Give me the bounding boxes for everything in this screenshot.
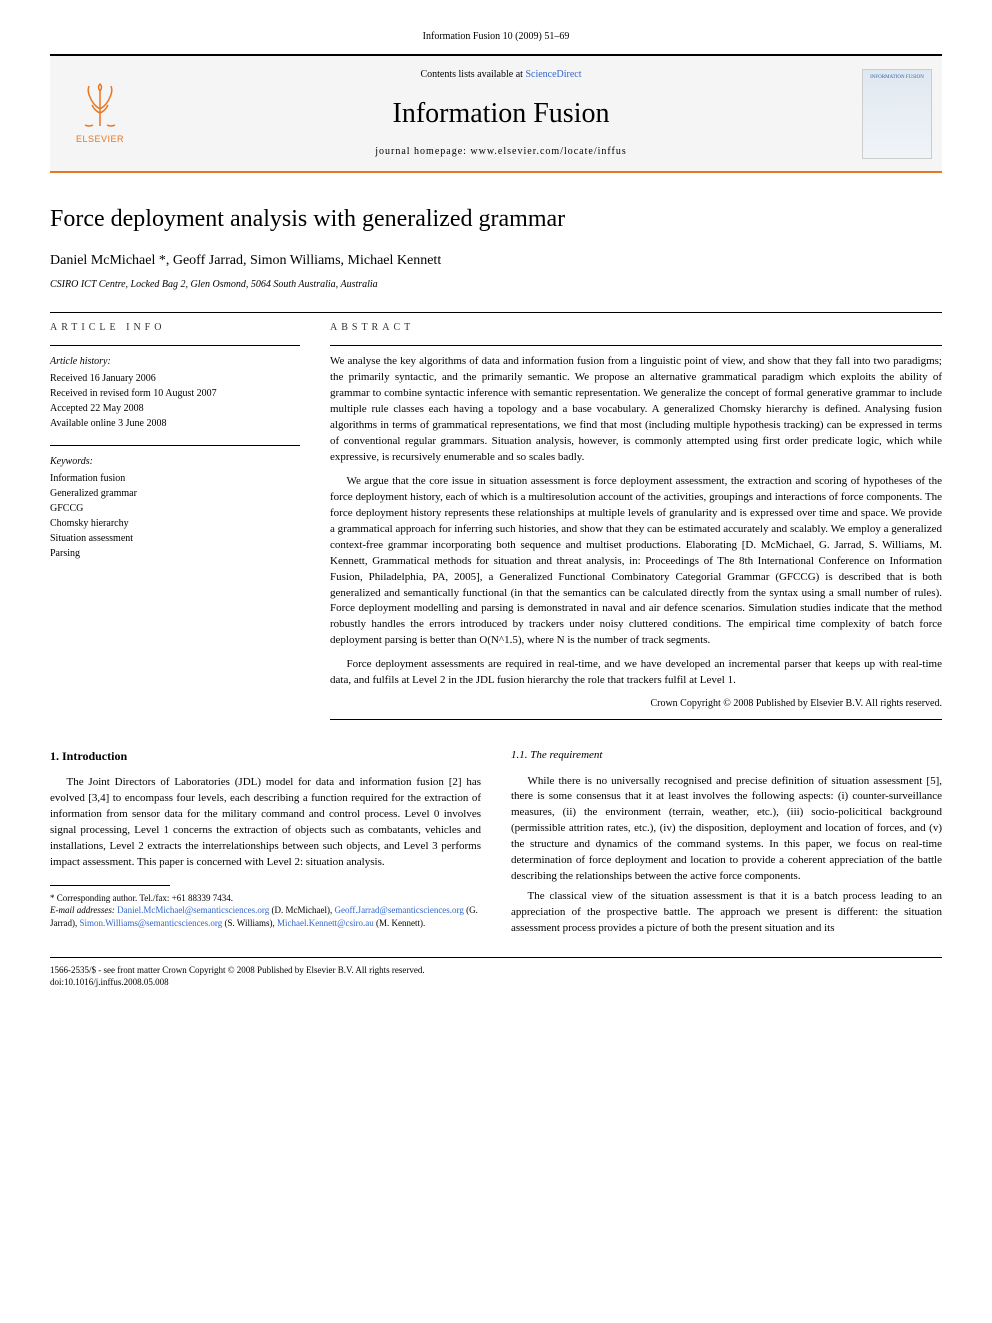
keyword: Parsing [50, 546, 300, 561]
issn-line: 1566-2535/$ - see front matter Crown Cop… [50, 964, 942, 977]
keyword: Information fusion [50, 471, 300, 486]
abstract-paragraph: We argue that the core issue in situatio… [330, 474, 942, 649]
body-paragraph: The classical view of the situation asse… [511, 889, 942, 937]
body-columns: 1. Introduction The Joint Directors of L… [50, 748, 942, 941]
email-addresses: E-mail addresses: Daniel.McMichael@seman… [50, 904, 481, 929]
publisher-logo-block: ELSEVIER [50, 56, 150, 171]
author-email-link[interactable]: Geoff.Jarrad@semanticsciences.org [334, 905, 463, 915]
email-who: (M. Kennett) [376, 918, 423, 928]
elsevier-logo: ELSEVIER [65, 74, 135, 154]
divider [330, 719, 942, 720]
author-email-link[interactable]: Daniel.McMichael@semanticsciences.org [117, 905, 269, 915]
divider [50, 312, 942, 313]
history-item: Received in revised form 10 August 2007 [50, 386, 300, 401]
contents-prefix: Contents lists available at [420, 69, 525, 80]
abstract-label: ABSTRACT [330, 321, 942, 335]
author-email-link[interactable]: Michael.Kennett@csiro.au [277, 918, 374, 928]
abstract-column: ABSTRACT We analyse the key algorithms o… [330, 321, 942, 728]
masthead-center: Contents lists available at ScienceDirec… [150, 56, 852, 171]
footnote-separator [50, 885, 170, 886]
contents-line: Contents lists available at ScienceDirec… [420, 68, 581, 82]
article-history-block: Article history: Received 16 January 200… [50, 345, 300, 431]
journal-homepage: journal homepage: www.elsevier.com/locat… [375, 145, 627, 159]
keyword: Situation assessment [50, 531, 300, 546]
article-title: Force deployment analysis with generaliz… [50, 203, 942, 237]
article-info-label: ARTICLE INFO [50, 321, 300, 335]
body-left-column: 1. Introduction The Joint Directors of L… [50, 748, 481, 941]
info-abstract-row: ARTICLE INFO Article history: Received 1… [50, 321, 942, 728]
abstract-copyright: Crown Copyright © 2008 Published by Else… [330, 697, 942, 711]
divider [330, 345, 942, 346]
keywords-heading: Keywords: [50, 454, 300, 469]
history-item: Accepted 22 May 2008 [50, 401, 300, 416]
keywords-block: Keywords: Information fusion Generalized… [50, 445, 300, 561]
journal-cover-thumbnail: INFORMATION FUSION [862, 69, 932, 159]
body-right-column: 1.1. The requirement While there is no u… [511, 748, 942, 941]
running-head: Information Fusion 10 (2009) 51–69 [50, 30, 942, 44]
affiliation: CSIRO ICT Centre, Locked Bag 2, Glen Osm… [50, 278, 942, 292]
email-who: (S. Williams) [224, 918, 272, 928]
section-heading: 1. Introduction [50, 748, 481, 765]
email-who: (D. McMichael) [272, 905, 330, 915]
article-info-column: ARTICLE INFO Article history: Received 1… [50, 321, 300, 728]
page-footer: 1566-2535/$ - see front matter Crown Cop… [50, 957, 942, 989]
body-paragraph: While there is no universally recognised… [511, 774, 942, 886]
journal-masthead: ELSEVIER Contents lists available at Sci… [50, 54, 942, 173]
elsevier-tree-icon [75, 81, 125, 131]
journal-title: Information Fusion [393, 94, 610, 133]
abstract-paragraph: We analyse the key algorithms of data an… [330, 354, 942, 466]
history-heading: Article history: [50, 354, 300, 369]
abstract-text: We analyse the key algorithms of data an… [330, 354, 942, 689]
keyword: GFCCG [50, 501, 300, 516]
history-item: Available online 3 June 2008 [50, 416, 300, 431]
sciencedirect-link[interactable]: ScienceDirect [525, 69, 581, 80]
cover-thumb-title: INFORMATION FUSION [870, 74, 924, 81]
keyword: Chomsky hierarchy [50, 516, 300, 531]
history-item: Received 16 January 2006 [50, 371, 300, 386]
footnotes: * Corresponding author. Tel./fax: +61 88… [50, 892, 481, 930]
body-paragraph: The Joint Directors of Laboratories (JDL… [50, 775, 481, 871]
abstract-paragraph: Force deployment assessments are require… [330, 657, 942, 689]
corresponding-author-note: * Corresponding author. Tel./fax: +61 88… [50, 892, 481, 905]
author-list: Daniel McMichael *, Geoff Jarrad, Simon … [50, 251, 942, 271]
author-email-link[interactable]: Simon.Williams@semanticsciences.org [79, 918, 222, 928]
cover-thumbnail-block: INFORMATION FUSION [852, 56, 942, 171]
doi-line: doi:10.1016/j.inffus.2008.05.008 [50, 976, 942, 989]
email-label: E-mail addresses: [50, 905, 115, 915]
subsection-heading: 1.1. The requirement [511, 748, 942, 763]
keyword: Generalized grammar [50, 486, 300, 501]
publisher-name: ELSEVIER [76, 133, 124, 146]
